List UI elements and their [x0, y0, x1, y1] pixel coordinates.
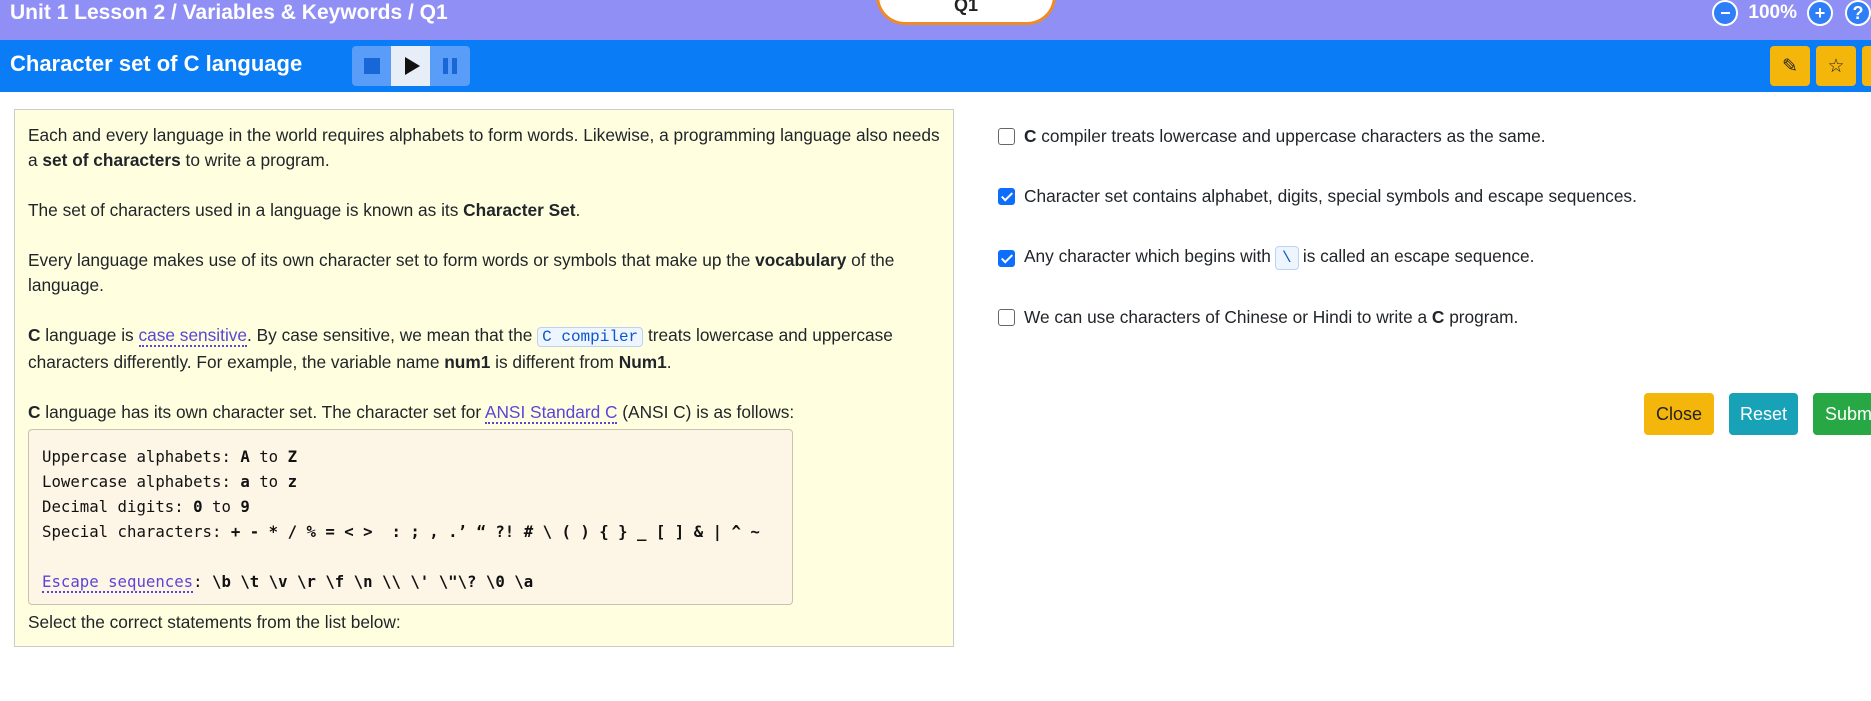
star-icon: ☆ — [1827, 55, 1845, 77]
play-button[interactable] — [391, 46, 430, 86]
paragraph-definition: The set of characters used in a language… — [28, 200, 581, 220]
ansi-standard-link[interactable]: ANSI Standard C — [484, 402, 618, 424]
option-2[interactable]: Character set contains alphabet, digits,… — [998, 186, 1637, 207]
pause-button[interactable] — [430, 46, 469, 86]
stop-button[interactable] — [352, 46, 391, 86]
close-button[interactable]: Close — [1644, 393, 1714, 435]
character-set-code-block: Uppercase alphabets: A to Z Lowercase al… — [28, 429, 793, 605]
option-4[interactable]: We can use characters of Chinese or Hind… — [998, 307, 1518, 328]
option-2-label: Character set contains alphabet, digits,… — [1024, 186, 1637, 206]
paragraph-vocabulary: Every language makes use of its own char… — [28, 250, 895, 295]
submit-button[interactable]: Submit — [1813, 393, 1871, 435]
option-3-checkbox[interactable] — [998, 249, 1015, 267]
play-icon — [404, 57, 420, 75]
paragraph-ansi: C language has its own character set. Th… — [28, 402, 795, 424]
zoom-controls: − 100% + ? — [1712, 0, 1871, 26]
help-icon[interactable]: ? — [1845, 0, 1871, 26]
zoom-out-icon[interactable]: − — [1712, 0, 1739, 26]
question-tab[interactable]: Q1 — [876, 0, 1056, 25]
paragraph-intro: Each and every language in the world req… — [28, 125, 940, 170]
c-compiler-code: C compiler — [537, 327, 644, 347]
reset-button[interactable]: Reset — [1729, 393, 1798, 435]
option-4-label: We can use characters of Chinese or Hind… — [1024, 307, 1519, 327]
breadcrumb: Unit 1 Lesson 2 / Variables & Keywords /… — [10, 1, 448, 24]
pencil-icon: ✎ — [1782, 55, 1798, 77]
paragraph-case-sensitive: C language is case sensitive. By case se… — [28, 325, 893, 372]
option-2-checkbox[interactable] — [998, 188, 1015, 205]
escape-sequences-link[interactable]: Escape sequences — [42, 572, 194, 593]
option-3-label: Any character which begins with \ is calle… — [1024, 246, 1534, 270]
case-sensitive-link[interactable]: case sensitive — [138, 325, 248, 347]
toolbar: ✎ ☆ — [1770, 46, 1871, 86]
option-1[interactable]: C compiler treats lowercase and uppercas… — [998, 126, 1546, 147]
option-1-label: C compiler treats lowercase and uppercas… — [1024, 126, 1546, 146]
edit-button[interactable]: ✎ — [1770, 46, 1810, 86]
title-bar: Character set of C language ✎ ☆ — [0, 40, 1871, 92]
pause-icon — [442, 58, 457, 74]
select-prompt: Select the correct statements from the l… — [28, 612, 401, 632]
media-controls — [352, 46, 470, 86]
bookmark-button[interactable]: ☆ — [1816, 46, 1856, 86]
top-bar: Unit 1 Lesson 2 / Variables & Keywords /… — [0, 0, 1871, 40]
page-title: Character set of C language — [10, 51, 303, 76]
zoom-in-icon[interactable]: + — [1807, 0, 1833, 26]
stop-icon — [363, 58, 380, 74]
zoom-level: 100% — [1748, 2, 1797, 23]
option-3[interactable]: Any character which begins with \ is calle… — [998, 246, 1534, 270]
lesson-content: Each and every language in the world req… — [14, 109, 954, 647]
option-4-checkbox[interactable] — [998, 309, 1015, 326]
more-button[interactable] — [1862, 46, 1871, 86]
option-1-checkbox[interactable] — [998, 128, 1015, 145]
